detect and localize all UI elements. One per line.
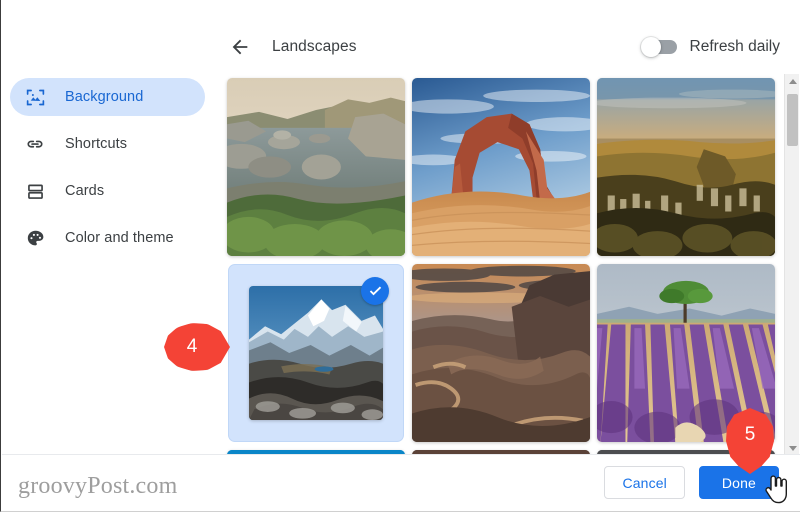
refresh-daily-toggle[interactable] — [640, 37, 677, 57]
sidebar-item-label: Cards — [65, 183, 105, 199]
check-icon — [369, 286, 381, 295]
callout-pin-4-label: 4 — [186, 336, 198, 357]
gallery-tile-golden-sunset-plateau[interactable] — [593, 74, 778, 260]
cards-icon — [24, 180, 46, 202]
selected-check-badge — [361, 277, 389, 305]
link-icon — [24, 133, 46, 155]
background-picker-dialog: Landscapes Refresh daily Background Shor… — [0, 0, 800, 512]
scrollbar-thumb[interactable] — [787, 94, 798, 146]
palette-icon — [24, 227, 46, 249]
scroll-up-button[interactable] — [785, 74, 800, 89]
callout-pin-4: 4 — [164, 323, 230, 371]
page-title: Landscapes — [272, 38, 357, 55]
chevron-down-icon — [788, 446, 797, 451]
thumbnail-art — [596, 78, 775, 256]
sidebar-item-label: Background — [65, 89, 144, 105]
sidebar: Background Shortcuts Cards Color and the… — [2, 78, 214, 257]
thumbnail-art — [411, 264, 590, 442]
gallery-tile-snow-capped-mountain-valley[interactable] — [223, 260, 408, 446]
sidebar-item-cards[interactable]: Cards — [10, 172, 205, 210]
back-button[interactable] — [228, 35, 252, 59]
gallery-tile-winding-mountain-road[interactable] — [408, 260, 593, 446]
sidebar-item-label: Color and theme — [65, 230, 174, 246]
gallery-grid — [223, 74, 778, 456]
cancel-button[interactable]: Cancel — [604, 466, 685, 499]
sidebar-item-color-and-theme[interactable]: Color and theme — [10, 219, 205, 257]
thumbnail-art — [248, 286, 383, 420]
background-gallery — [223, 74, 780, 456]
done-button[interactable]: Done — [698, 466, 779, 499]
sidebar-item-background[interactable]: Background — [10, 78, 205, 116]
gallery-scrollbar[interactable] — [784, 74, 799, 456]
thumbnail-art — [411, 78, 590, 256]
chevron-up-icon — [788, 79, 797, 84]
sidebar-item-label: Shortcuts — [65, 136, 128, 152]
watermark: groovyPost.com — [18, 473, 178, 499]
thumbnail — [226, 78, 405, 256]
thumbnail-art — [226, 78, 405, 256]
toggle-knob — [640, 37, 661, 57]
back-arrow-icon — [232, 39, 248, 55]
thumbnail — [411, 264, 590, 442]
sidebar-item-shortcuts[interactable]: Shortcuts — [10, 125, 205, 163]
thumbnail — [596, 78, 775, 256]
refresh-daily-label: Refresh daily — [689, 38, 780, 55]
image-icon — [24, 86, 46, 108]
callout-pin-5-label: 5 — [744, 423, 756, 445]
gallery-tile-delicate-arch-desert[interactable] — [408, 74, 593, 260]
header-actions: Refresh daily — [640, 37, 780, 57]
thumbnail — [248, 286, 383, 420]
dialog-header: Landscapes Refresh daily — [214, 26, 800, 68]
thumbnail — [411, 78, 590, 256]
gallery-tile-rocky-lagoon-at-dusk[interactable] — [223, 74, 408, 260]
